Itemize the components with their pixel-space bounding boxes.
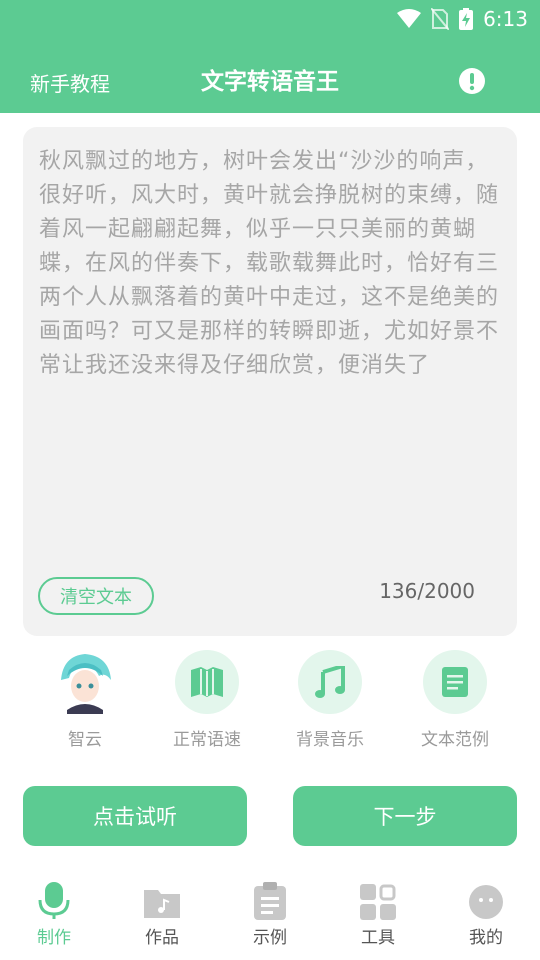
char-counter: 136/2000 — [379, 579, 475, 603]
battery-charging-icon — [459, 8, 474, 30]
editor-text[interactable]: 秋风飘过的地方，树叶会发出“沙沙的响声，很好听，风大时，黄叶就会挣脱树的束缚，随… — [39, 145, 501, 383]
info-icon[interactable] — [459, 68, 485, 94]
voice-avatar — [53, 650, 117, 714]
tab-label: 示例 — [253, 928, 287, 948]
clear-text-button[interactable]: 清空文本 — [38, 577, 154, 615]
grid-icon — [360, 884, 396, 920]
sample-text-option[interactable]: 文本范例 — [395, 650, 515, 750]
tab-label: 工具 — [361, 928, 395, 948]
bottom-tab-bar: 制作 作品 示例 工具 我的 — [0, 880, 540, 960]
tab-tools[interactable]: 工具 — [324, 880, 432, 948]
folder-music-icon — [144, 890, 180, 918]
option-label: 文本范例 — [421, 730, 489, 750]
app-header: 6:13 新手教程 文字转语音王 — [0, 0, 540, 113]
music-note-icon — [315, 666, 345, 698]
next-button[interactable]: 下一步 — [293, 786, 517, 846]
face-icon — [469, 885, 503, 919]
wifi-icon — [397, 9, 422, 28]
no-sim-icon — [431, 8, 450, 30]
tab-label: 制作 — [37, 928, 71, 948]
options-row: 智云 正常语速 背景音乐 文本范例 — [0, 650, 540, 750]
status-time: 6:13 — [483, 7, 528, 31]
status-bar: 6:13 — [397, 4, 528, 34]
book-icon — [191, 667, 223, 697]
preview-button[interactable]: 点击试听 — [23, 786, 247, 846]
speed-option[interactable]: 正常语速 — [147, 650, 267, 750]
option-label: 背景音乐 — [296, 730, 364, 750]
option-label: 智云 — [68, 730, 102, 750]
tab-label: 我的 — [469, 928, 503, 948]
tab-label: 作品 — [145, 928, 179, 948]
microphone-icon — [38, 882, 70, 919]
voice-option[interactable]: 智云 — [25, 650, 145, 750]
tab-works[interactable]: 作品 — [108, 880, 216, 948]
document-icon — [442, 667, 468, 697]
option-label: 正常语速 — [173, 730, 241, 750]
tab-mine[interactable]: 我的 — [432, 880, 540, 948]
music-option[interactable]: 背景音乐 — [270, 650, 390, 750]
clipboard-icon — [254, 882, 286, 920]
tab-make[interactable]: 制作 — [0, 880, 108, 948]
tab-examples[interactable]: 示例 — [216, 880, 324, 948]
text-editor[interactable]: 秋风飘过的地方，树叶会发出“沙沙的响声，很好听，风大时，黄叶就会挣脱树的束缚，随… — [23, 127, 517, 636]
